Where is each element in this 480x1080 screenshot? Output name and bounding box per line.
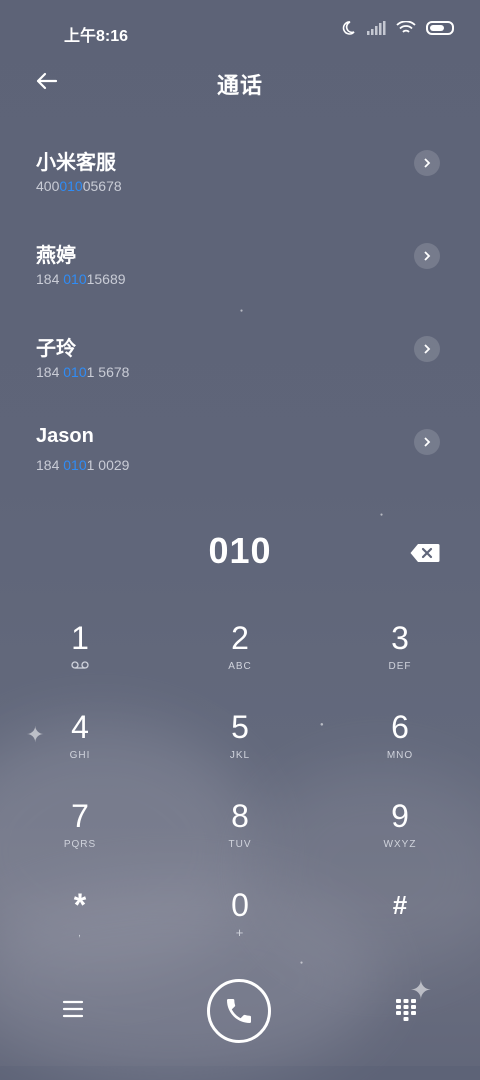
status-bar: 上午8:16 [0,0,480,62]
sparkle-icon: ● [320,722,324,728]
backspace-icon[interactable] [410,543,440,563]
key-7[interactable]: 7 PQRS [20,796,140,876]
header: 通话 [0,60,480,106]
contact-number: 184 01015689 [36,271,126,287]
key-star[interactable]: * , [20,885,140,965]
voicemail-icon [71,661,89,669]
contact-name: 小米客服 [36,152,116,174]
key-2[interactable]: 2 ABC [180,618,300,698]
key-1[interactable]: 1 [20,618,140,698]
chevron-right-icon[interactable] [414,150,440,176]
key-5[interactable]: 5 JKL [180,707,300,787]
phone-icon [227,999,251,1023]
contact-result[interactable]: Jason 184 0101 0029 [0,407,480,500]
contact-number: 184 0101 5678 [36,364,130,380]
call-button[interactable] [207,979,271,1043]
contact-name: Jason [36,425,94,447]
contact-result[interactable]: 燕婷 184 01015689 [0,221,480,314]
contact-result[interactable]: 小米客服 40001005678 [0,128,480,221]
battery-icon [426,21,454,35]
contact-results-list: 小米客服 40001005678 燕婷 184 01015689 子玲 184 … [0,128,480,500]
wifi-icon [396,21,416,33]
chevron-right-icon[interactable] [414,243,440,269]
key-3[interactable]: 3 DEF [340,618,460,698]
sparkle-icon: ● [380,512,384,518]
key-8[interactable]: 8 TUV [180,796,300,876]
page-title: 通话 [216,73,263,98]
contact-name: 子玲 [36,338,76,360]
sparkle-icon: ● [300,960,304,966]
key-0[interactable]: 0 + [180,885,300,965]
contact-number: 40001005678 [36,178,122,194]
chevron-right-icon[interactable] [414,429,440,455]
moon-icon [342,21,355,35]
chevron-right-icon[interactable] [414,336,440,362]
contact-number: 184 0101 0029 [36,457,130,473]
dialpad-icon[interactable] [394,998,418,1022]
key-4[interactable]: 4 GHI [20,707,140,787]
key-9[interactable]: 9 WXYZ [340,796,460,876]
key-hash[interactable]: # [340,885,460,965]
key-6[interactable]: 6 MNO [340,707,460,787]
signal-icon [367,21,386,35]
menu-icon[interactable] [60,998,86,1020]
status-icons [340,20,454,36]
dial-input[interactable]: 010 [0,530,480,572]
contact-result[interactable]: 子玲 184 0101 5678 [0,314,480,407]
status-time: 上午8:16 [64,28,129,45]
contact-name: 燕婷 [36,245,76,267]
